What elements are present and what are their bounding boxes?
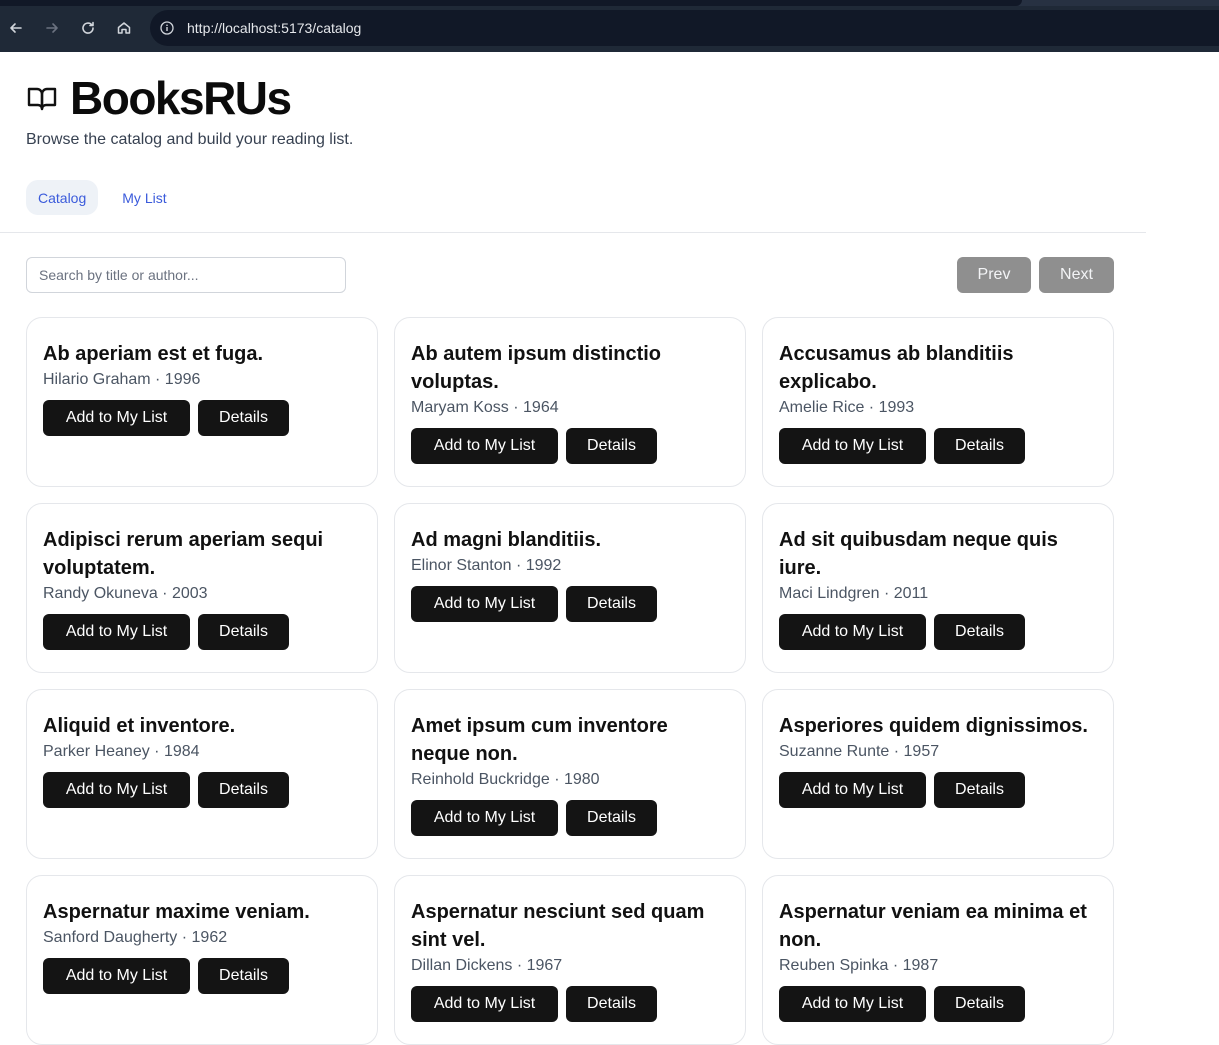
book-card: Aspernatur maxime veniam. Sanford Daughe… (26, 875, 378, 1045)
details-button[interactable]: Details (198, 400, 289, 436)
add-to-list-button[interactable]: Add to My List (411, 986, 558, 1022)
book-meta: Elinor Stanton · 1992 (411, 557, 562, 574)
book-card: Ab aperiam est et fuga. Hilario Graham ·… (26, 317, 378, 487)
browser-toolbar: http://localhost:5173/catalog (0, 0, 1219, 52)
main-nav: Catalog My List (26, 180, 179, 215)
book-meta: Parker Heaney · 1984 (43, 743, 200, 760)
details-button[interactable]: Details (566, 586, 657, 622)
details-button[interactable]: Details (198, 958, 289, 994)
book-title: Adipisci rerum aperiam sequi voluptatem. (43, 529, 324, 579)
app-title: BooksRUs (70, 72, 292, 124)
add-to-list-button[interactable]: Add to My List (43, 958, 190, 994)
book-card: Ad magni blanditiis. Elinor Stanton · 19… (394, 503, 746, 673)
details-button[interactable]: Details (566, 986, 657, 1022)
book-meta: Randy Okuneva · 2003 (43, 585, 208, 602)
add-to-list-button[interactable]: Add to My List (43, 614, 190, 650)
book-title: Amet ipsum cum inventore neque non. (411, 715, 668, 765)
book-title: Aspernatur nesciunt sed quam sint vel. (411, 901, 705, 951)
details-button[interactable]: Details (198, 614, 289, 650)
add-to-list-button[interactable]: Add to My List (411, 586, 558, 622)
details-button[interactable]: Details (934, 614, 1025, 650)
book-card: Asperiores quidem dignissimos. Suzanne R… (762, 689, 1114, 859)
add-to-list-button[interactable]: Add to My List (779, 772, 926, 808)
forward-icon[interactable] (40, 16, 64, 40)
address-url[interactable]: http://localhost:5173/catalog (187, 20, 361, 36)
add-to-list-button[interactable]: Add to My List (43, 400, 190, 436)
details-button[interactable]: Details (934, 772, 1025, 808)
home-icon[interactable] (112, 16, 136, 40)
book-card: Aspernatur nesciunt sed quam sint vel. D… (394, 875, 746, 1045)
book-meta: Maryam Koss · 1964 (411, 399, 559, 416)
add-to-list-button[interactable]: Add to My List (411, 800, 558, 836)
tab-catalog[interactable]: Catalog (26, 180, 99, 215)
book-title: Asperiores quidem dignissimos. (779, 715, 1088, 737)
book-title: Ad magni blanditiis. (411, 529, 602, 551)
add-to-list-button[interactable]: Add to My List (779, 614, 926, 650)
book-meta: Suzanne Runte · 1957 (779, 743, 940, 760)
book-meta: Amelie Rice · 1993 (779, 399, 915, 416)
prev-button[interactable]: Prev (957, 257, 1031, 293)
tab-my-list[interactable]: My List (110, 180, 178, 215)
details-button[interactable]: Details (566, 800, 657, 836)
book-card: Aspernatur veniam ea minima et non. Reub… (762, 875, 1114, 1045)
book-meta: Reuben Spinka · 1987 (779, 957, 939, 974)
book-title: Ab autem ipsum distinctio voluptas. (411, 343, 662, 393)
add-to-list-button[interactable]: Add to My List (779, 428, 926, 464)
book-meta: Maci Lindgren · 2011 (779, 585, 929, 602)
add-to-list-button[interactable]: Add to My List (411, 428, 558, 464)
book-meta: Reinhold Buckridge · 1980 (411, 771, 600, 788)
details-button[interactable]: Details (934, 428, 1025, 464)
book-card: Amet ipsum cum inventore neque non. Rein… (394, 689, 746, 859)
reload-icon[interactable] (76, 16, 100, 40)
add-to-list-button[interactable]: Add to My List (779, 986, 926, 1022)
address-bar[interactable]: http://localhost:5173/catalog (150, 10, 1219, 46)
book-card: Ad sit quibusdam neque quis iure. Maci L… (762, 503, 1114, 673)
tagline: Browse the catalog and build your readin… (26, 131, 354, 148)
book-title: Aliquid et inventore. (43, 715, 236, 737)
book-title: Ab aperiam est et fuga. (43, 343, 264, 365)
brand: BooksRUs (26, 72, 292, 124)
book-title: Aspernatur maxime veniam. (43, 901, 310, 923)
header-divider (0, 232, 1146, 233)
details-button[interactable]: Details (198, 772, 289, 808)
book-title: Accusamus ab blanditiis explicabo. (779, 343, 1014, 393)
next-button[interactable]: Next (1039, 257, 1114, 293)
back-icon[interactable] (4, 16, 28, 40)
open-book-icon (26, 82, 58, 114)
book-title: Ad sit quibusdam neque quis iure. (779, 529, 1058, 579)
book-card: Accusamus ab blanditiis explicabo. Ameli… (762, 317, 1114, 487)
book-meta: Dillan Dickens · 1967 (411, 957, 563, 974)
details-button[interactable]: Details (934, 986, 1025, 1022)
info-icon[interactable] (158, 19, 176, 37)
book-title: Aspernatur veniam ea minima et non. (779, 901, 1087, 951)
book-card: Aliquid et inventore. Parker Heaney · 19… (26, 689, 378, 859)
search-input[interactable] (26, 257, 346, 293)
browser-tab-edge (0, 0, 1022, 6)
book-meta: Sanford Daugherty · 1962 (43, 929, 228, 946)
book-card: Ab autem ipsum distinctio voluptas. Mary… (394, 317, 746, 487)
book-meta: Hilario Graham · 1996 (43, 371, 201, 388)
add-to-list-button[interactable]: Add to My List (43, 772, 190, 808)
browser-tabstrip (0, 0, 1219, 6)
book-card: Adipisci rerum aperiam sequi voluptatem.… (26, 503, 378, 673)
details-button[interactable]: Details (566, 428, 657, 464)
